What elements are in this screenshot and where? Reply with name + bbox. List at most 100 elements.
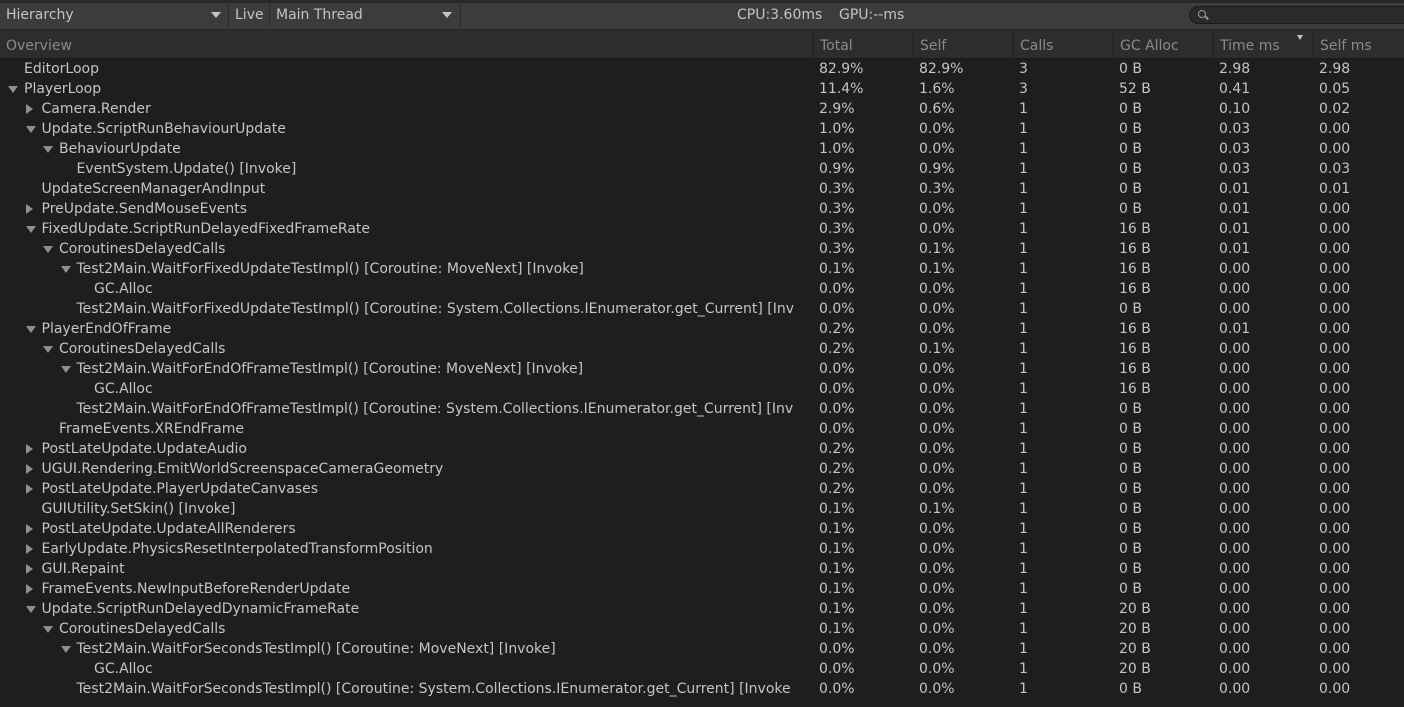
name-cell: EarlyUpdate.PhysicsResetInterpolatedTran… bbox=[0, 539, 813, 559]
total-cell: 0.3% bbox=[819, 241, 855, 257]
sample-name: EditorLoop bbox=[24, 61, 100, 77]
sample-name: Camera.Render bbox=[41, 101, 151, 117]
table-row[interactable]: GC.Alloc 0.0% 0.0% 1 16 B 0.00 0.00 bbox=[0, 279, 1404, 299]
collapsed-arrow-icon[interactable] bbox=[25, 204, 33, 214]
expanded-arrow-icon[interactable] bbox=[43, 346, 53, 353]
table-row[interactable]: PostLateUpdate.UpdateAudio 0.2% 0.0% 1 0 B 0.… bbox=[0, 439, 1404, 459]
collapsed-arrow-icon[interactable] bbox=[25, 544, 33, 554]
column-self-ms[interactable]: Self ms bbox=[1313, 30, 1404, 58]
column-gc-alloc[interactable]: GC Alloc bbox=[1113, 30, 1213, 58]
collapsed-arrow-icon[interactable] bbox=[25, 584, 33, 594]
expanded-arrow-icon[interactable] bbox=[25, 606, 36, 613]
collapsed-arrow-icon[interactable] bbox=[25, 104, 33, 114]
table-row[interactable]: UpdateScreenManagerAndInput 0.3% 0.3% 1 0 B 0… bbox=[0, 179, 1404, 199]
table-row[interactable]: PreUpdate.SendMouseEvents 0.3% 0.0% 1 0 B 0.0… bbox=[0, 199, 1404, 219]
table-row[interactable]: Test2Main.WaitForSecondsTestImpl() [Coro… bbox=[0, 679, 1404, 699]
time-ms-cell: 0.00 bbox=[1219, 301, 1251, 317]
name-cell: PlayerEndOfFrame bbox=[0, 319, 813, 339]
search-field[interactable] bbox=[1189, 6, 1404, 24]
table-row[interactable]: GC.Alloc 0.0% 0.0% 1 20 B 0.00 0.00 bbox=[0, 659, 1404, 679]
search-input[interactable] bbox=[1210, 7, 1400, 23]
expanded-arrow-icon[interactable] bbox=[25, 126, 36, 133]
profiler-toolbar: Hierarchy Live Main Thread CPU:3.60ms GP… bbox=[0, 0, 1404, 30]
self-cell: 0.6% bbox=[919, 101, 955, 117]
table-row[interactable]: BehaviourUpdate 1.0% 0.0% 1 0 B 0.03 0.00 bbox=[0, 139, 1404, 159]
table-row[interactable]: CoroutinesDelayedCalls 0.3% 0.1% 1 16 B 0.01 0… bbox=[0, 239, 1404, 259]
expanded-arrow-icon[interactable] bbox=[43, 246, 53, 253]
table-row[interactable]: EventSystem.Update() [Invoke] 0.9% 0.9% 1 0 … bbox=[0, 159, 1404, 179]
table-row[interactable]: Update.ScriptRunBehaviourUpdate 1.0% 0.0% 1… bbox=[0, 119, 1404, 139]
name-cell: Test2Main.WaitForSecondsTestImpl() [Coro… bbox=[0, 639, 813, 659]
sample-name: EarlyUpdate.PhysicsResetInterpolatedTran… bbox=[41, 541, 433, 557]
table-row[interactable]: GC.Alloc 0.0% 0.0% 1 16 B 0.00 0.00 bbox=[0, 379, 1404, 399]
view-mode-dropdown[interactable]: Hierarchy bbox=[0, 3, 228, 27]
table-row[interactable]: Test2Main.WaitForFixedUpdateTestImpl() [… bbox=[0, 299, 1404, 319]
hierarchy-tree[interactable]: EditorLoop 82.9% 82.9% 3 0 B 2.98 2.98 PlayerLo… bbox=[0, 59, 1404, 707]
table-row[interactable]: CoroutinesDelayedCalls 0.2% 0.1% 1 16 B 0.00 0… bbox=[0, 339, 1404, 359]
name-cell: Test2Main.WaitForEndOfFrameTestImpl() [C… bbox=[0, 359, 813, 379]
table-row[interactable]: PlayerLoop 11.4% 1.6% 3 52 B 0.41 0.05 bbox=[0, 79, 1404, 99]
expanded-arrow-icon[interactable] bbox=[25, 326, 36, 333]
table-row[interactable]: GUIUtility.SetSkin() [Invoke] 0.1% 0.1% 1 0 … bbox=[0, 499, 1404, 519]
expanded-arrow-icon[interactable] bbox=[43, 146, 53, 153]
table-row[interactable]: Test2Main.WaitForFixedUpdateTestImpl() [… bbox=[0, 259, 1404, 279]
calls-cell: 1 bbox=[1019, 161, 1028, 177]
table-row[interactable]: CoroutinesDelayedCalls 0.1% 0.0% 1 20 B 0.00 0… bbox=[0, 619, 1404, 639]
table-row[interactable]: FrameEvents.XREndFrame 0.0% 0.0% 1 0 B 0.00 0.… bbox=[0, 419, 1404, 439]
gc-alloc-cell: 16 B bbox=[1119, 261, 1151, 277]
column-overview[interactable]: Overview bbox=[0, 30, 813, 58]
table-row[interactable]: EditorLoop 82.9% 82.9% 3 0 B 2.98 2.98 bbox=[0, 59, 1404, 79]
table-row[interactable]: Test2Main.WaitForEndOfFrameTestImpl() [C… bbox=[0, 399, 1404, 419]
time-ms-cell: 0.01 bbox=[1219, 201, 1251, 217]
time-ms-cell: 0.01 bbox=[1219, 181, 1251, 197]
table-row[interactable]: PlayerEndOfFrame 0.2% 0.0% 1 16 B 0.01 0.00 bbox=[0, 319, 1404, 339]
table-row[interactable]: UGUI.Rendering.EmitWorldScreenspaceCamer… bbox=[0, 459, 1404, 479]
column-self[interactable]: Self bbox=[913, 30, 1013, 58]
self-ms-cell: 0.03 bbox=[1319, 161, 1351, 177]
total-cell: 0.2% bbox=[819, 441, 855, 457]
sample-name: PostLateUpdate.UpdateAllRenderers bbox=[41, 521, 296, 537]
table-row[interactable]: GUI.Repaint 0.1% 0.0% 1 0 B 0.00 0.00 bbox=[0, 559, 1404, 579]
time-ms-cell: 0.10 bbox=[1219, 101, 1251, 117]
table-row[interactable]: PostLateUpdate.PlayerUpdateCanvases 0.2% 0… bbox=[0, 479, 1404, 499]
time-ms-cell: 0.00 bbox=[1219, 581, 1251, 597]
live-toggle[interactable]: Live bbox=[229, 3, 269, 27]
expanded-arrow-icon[interactable] bbox=[60, 266, 71, 273]
table-row[interactable]: EarlyUpdate.PhysicsResetInterpolatedTran… bbox=[0, 539, 1404, 559]
self-ms-cell: 0.00 bbox=[1319, 561, 1351, 577]
expanded-arrow-icon[interactable] bbox=[60, 366, 71, 373]
expanded-arrow-icon[interactable] bbox=[25, 226, 36, 233]
self-cell: 0.0% bbox=[919, 421, 955, 437]
collapsed-arrow-icon[interactable] bbox=[25, 444, 33, 454]
gc-alloc-cell: 0 B bbox=[1119, 481, 1142, 497]
expanded-arrow-icon[interactable] bbox=[8, 86, 18, 93]
table-row[interactable]: Camera.Render 2.9% 0.6% 1 0 B 0.10 0.02 bbox=[0, 99, 1404, 119]
column-calls[interactable]: Calls bbox=[1013, 30, 1113, 58]
collapsed-arrow-icon[interactable] bbox=[25, 484, 33, 494]
self-ms-cell: 0.01 bbox=[1319, 181, 1351, 197]
thread-dropdown[interactable]: Main Thread bbox=[270, 3, 460, 27]
sample-name: CoroutinesDelayedCalls bbox=[59, 621, 226, 637]
table-row[interactable]: FrameEvents.NewInputBeforeRenderUpdate 0.… bbox=[0, 579, 1404, 599]
collapsed-arrow-icon[interactable] bbox=[25, 524, 33, 534]
name-cell: Test2Main.WaitForFixedUpdateTestImpl() [… bbox=[0, 299, 813, 319]
calls-cell: 1 bbox=[1019, 281, 1028, 297]
name-cell: EditorLoop bbox=[0, 59, 813, 79]
column-total[interactable]: Total bbox=[813, 30, 913, 58]
expanded-arrow-icon[interactable] bbox=[43, 626, 53, 633]
gc-alloc-cell: 0 B bbox=[1119, 561, 1142, 577]
table-row[interactable]: Test2Main.WaitForSecondsTestImpl() [Coro… bbox=[0, 639, 1404, 659]
calls-cell: 1 bbox=[1019, 201, 1028, 217]
gc-alloc-cell: 20 B bbox=[1119, 601, 1151, 617]
collapsed-arrow-icon[interactable] bbox=[25, 464, 33, 474]
name-cell: PreUpdate.SendMouseEvents bbox=[0, 199, 813, 219]
total-cell: 0.0% bbox=[819, 281, 855, 297]
expanded-arrow-icon[interactable] bbox=[60, 646, 71, 653]
table-row[interactable]: Update.ScriptRunDelayedDynamicFrameRate 0… bbox=[0, 599, 1404, 619]
table-row[interactable]: Test2Main.WaitForEndOfFrameTestImpl() [C… bbox=[0, 359, 1404, 379]
table-row[interactable]: FixedUpdate.ScriptRunDelayedFixedFrameRa… bbox=[0, 219, 1404, 239]
self-cell: 0.9% bbox=[919, 161, 955, 177]
table-row[interactable]: PostLateUpdate.UpdateAllRenderers 0.1% 0.0… bbox=[0, 519, 1404, 539]
search-icon bbox=[1198, 10, 1206, 18]
collapsed-arrow-icon[interactable] bbox=[25, 564, 33, 574]
